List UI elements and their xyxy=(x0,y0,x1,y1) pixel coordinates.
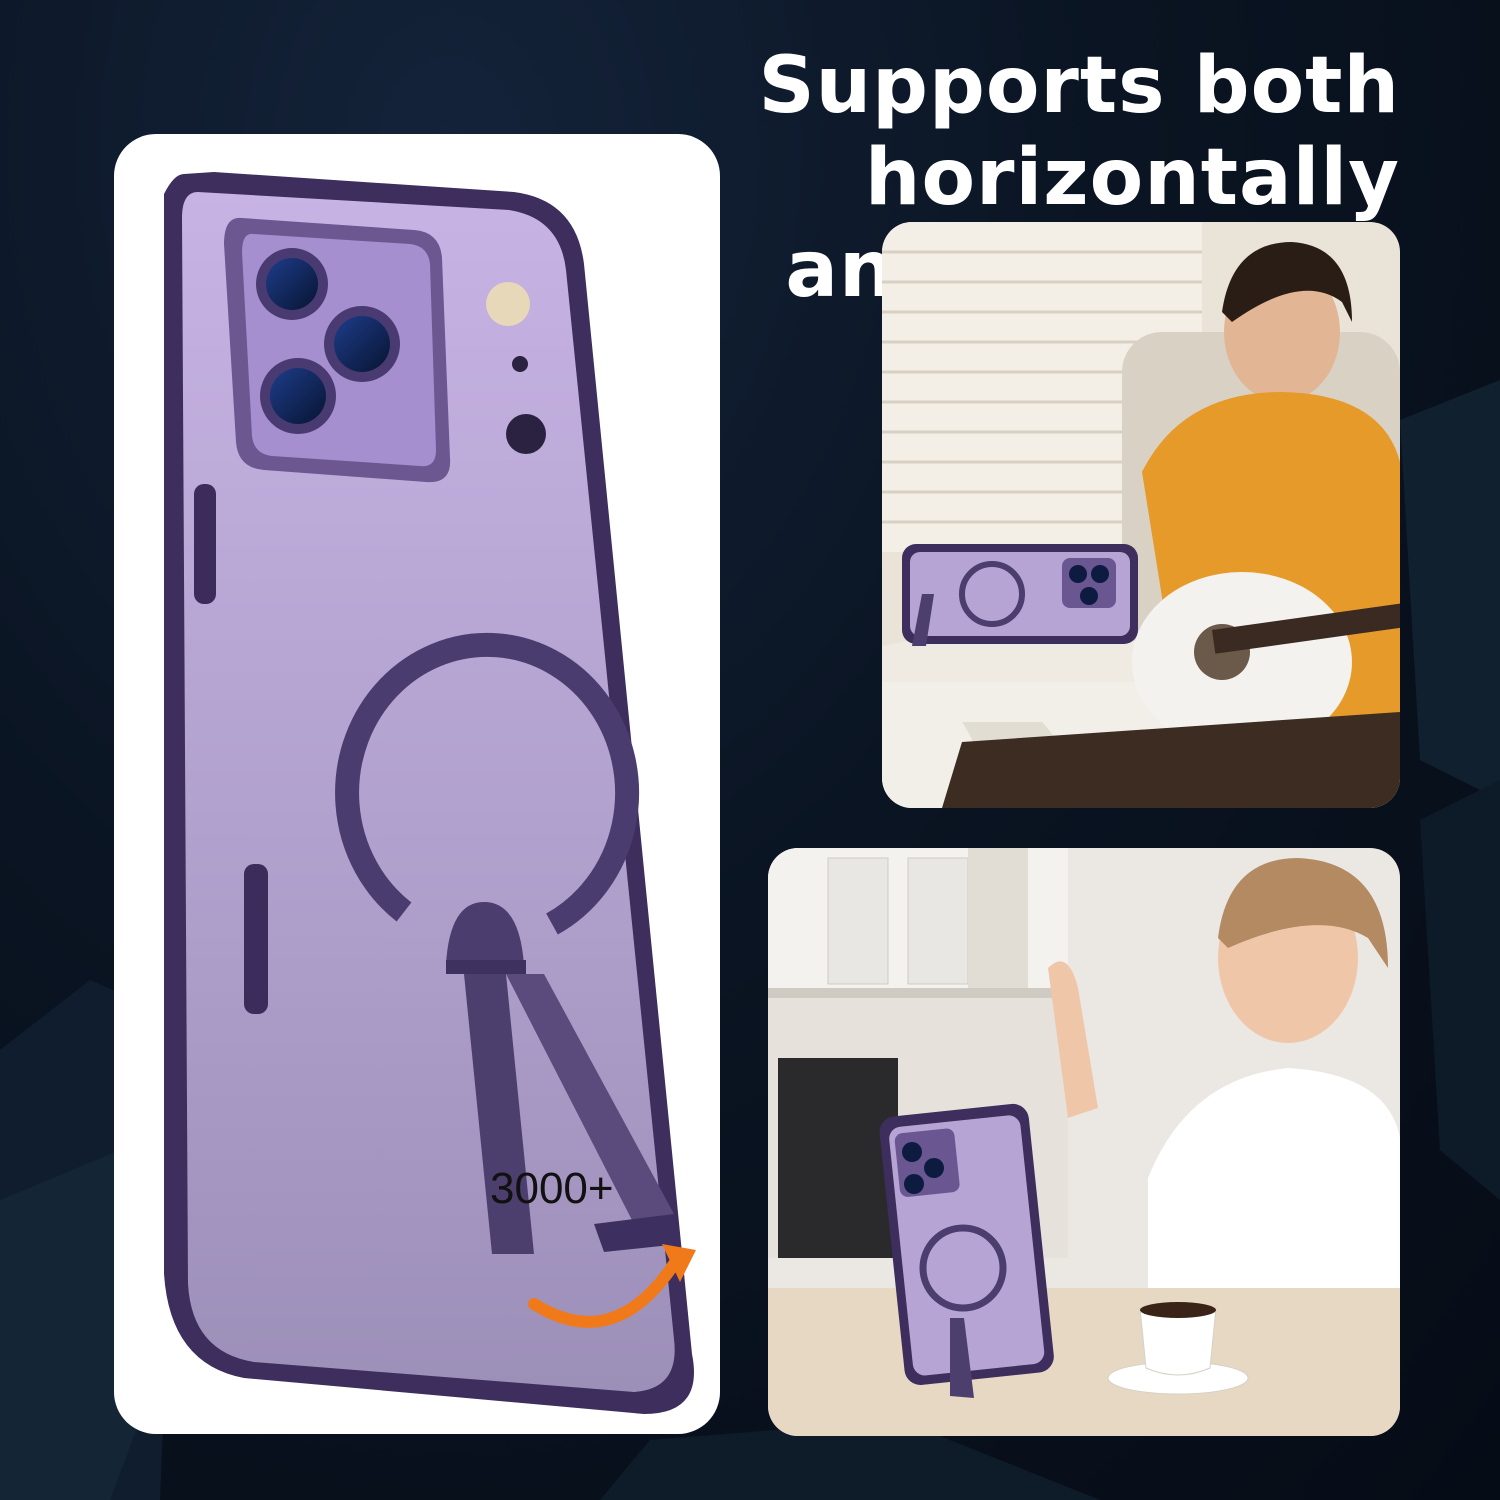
phone-case-illustration xyxy=(164,172,696,1414)
product-card: 3000+ xyxy=(114,134,720,1434)
phone-on-stand-landscape-icon xyxy=(902,544,1138,646)
phone-on-stand-portrait-icon xyxy=(879,1103,1054,1398)
durability-caption: 3000+ xyxy=(490,1164,614,1213)
desk-scene-photo xyxy=(768,848,1400,1436)
guitar-scene-photo xyxy=(882,222,1400,808)
